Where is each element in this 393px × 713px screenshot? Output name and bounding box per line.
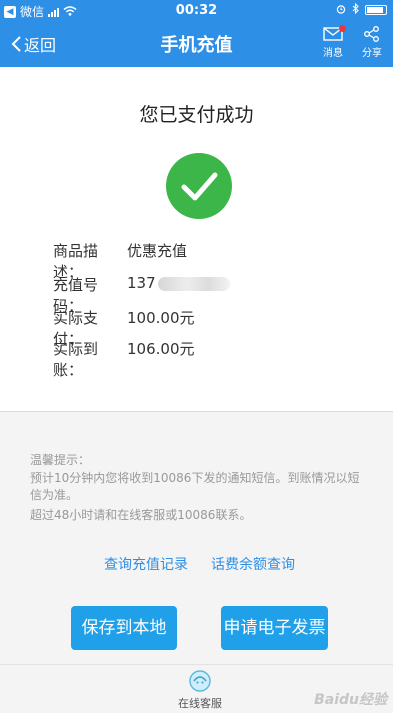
- share-label: 分享: [362, 48, 382, 59]
- save-local-button[interactable]: 保存到本地: [71, 606, 177, 650]
- online-service-label: 在线客服: [178, 697, 222, 710]
- tips-line: 预计10分钟内您将收到10086下发的通知短信。到账情况以短信为准。: [30, 471, 360, 502]
- watermark: Baidu经验: [314, 692, 387, 708]
- alarm-icon: [336, 3, 346, 17]
- success-title: 您已支付成功: [139, 104, 254, 126]
- notification-dot: [339, 25, 346, 32]
- back-button[interactable]: 返回: [10, 32, 56, 56]
- info-row-received: 实际到账： 106.00元: [53, 338, 195, 380]
- payment-result-card: 您已支付成功 商品描述： 优惠充值 充值号码： 137 实际支付： 100.00…: [0, 67, 393, 412]
- recharge-records-link[interactable]: 查询充值记录: [104, 554, 188, 574]
- battery-icon: [365, 5, 387, 15]
- divider: [0, 411, 393, 412]
- message-label: 消息: [323, 48, 343, 59]
- back-label: 返回: [24, 36, 57, 55]
- info-label: 实际到账：: [53, 340, 99, 379]
- tips-line: 超过48小时请和在线客服或10086联系。: [30, 508, 252, 522]
- share-button[interactable]: 分享: [355, 26, 389, 59]
- customer-service-icon: [189, 670, 211, 692]
- message-button[interactable]: 消息: [316, 25, 350, 59]
- bluetooth-icon: [352, 2, 359, 17]
- tips-section: 温馨提示： 预计10分钟内您将收到10086下发的通知短信。到账情况以短信为准。…: [30, 452, 370, 525]
- status-time: 00:32: [175, 3, 218, 18]
- chevron-left-icon: [11, 36, 21, 52]
- nav-bar: 返回 手机充值 消息 分享: [0, 20, 393, 67]
- invoice-button[interactable]: 申请电子发票: [221, 606, 328, 650]
- share-icon: [364, 26, 379, 42]
- tips-heading: 温馨提示：: [30, 453, 91, 467]
- redacted-number: [157, 277, 230, 291]
- success-check-icon: [166, 153, 232, 219]
- info-value: 106.00元: [127, 340, 195, 358]
- online-service-button[interactable]: 在线客服: [172, 669, 228, 711]
- status-bar: ◀ 微信 00:32: [0, 0, 393, 20]
- bottom-bar: 在线客服 Baidu经验: [0, 664, 393, 713]
- balance-query-link[interactable]: 话费余额查询: [211, 554, 295, 574]
- status-right: [336, 2, 387, 17]
